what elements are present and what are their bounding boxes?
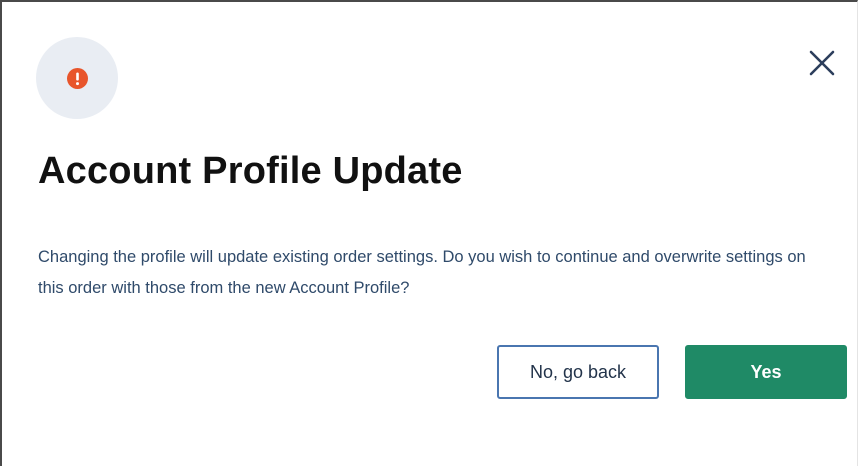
exclamation-glyph: [75, 72, 79, 85]
yes-button[interactable]: Yes: [685, 345, 847, 399]
alert-icon: [66, 67, 88, 89]
alert-badge: [36, 37, 118, 119]
dialog-message: Changing the profile will update existin…: [38, 248, 806, 297]
dialog-title: Account Profile Update: [38, 150, 463, 192]
no-go-back-button[interactable]: No, go back: [497, 345, 659, 399]
close-icon: [809, 50, 835, 76]
close-button[interactable]: [802, 43, 842, 83]
account-profile-update-dialog: Account Profile Update Changing the prof…: [0, 0, 858, 466]
